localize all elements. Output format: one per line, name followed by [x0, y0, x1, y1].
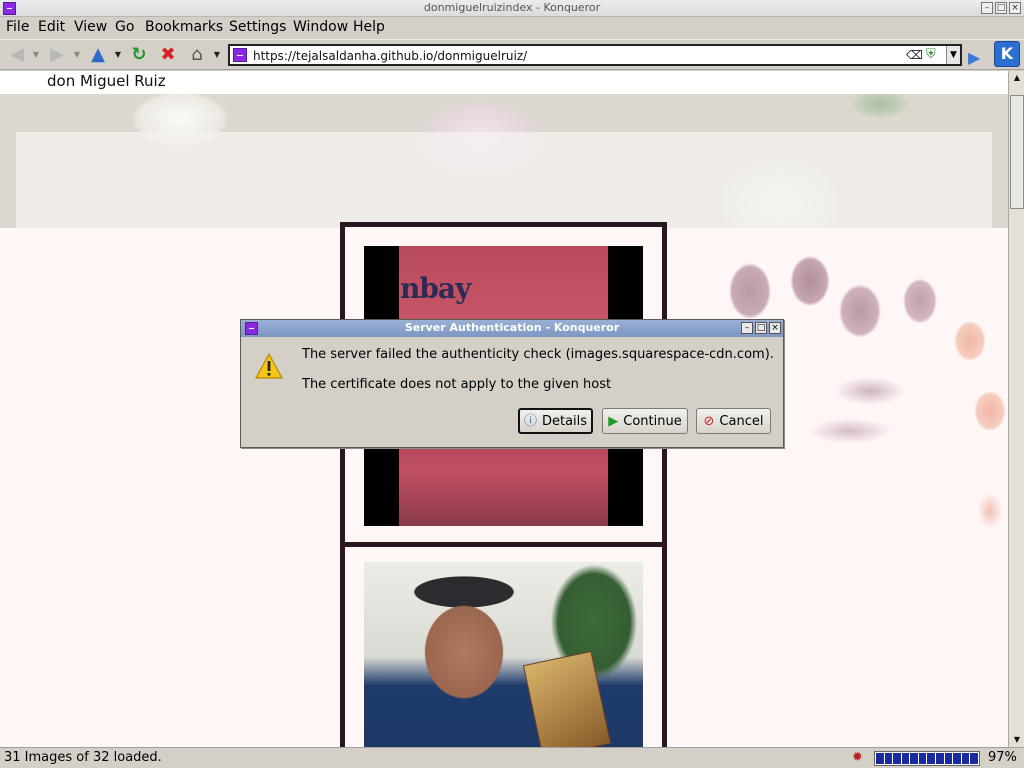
- progress-segment: [901, 753, 910, 764]
- kde-logo-icon[interactable]: K: [994, 41, 1020, 67]
- url-input[interactable]: [253, 47, 893, 64]
- play-icon: ▶: [608, 413, 619, 429]
- photo-sign-text: nbay: [400, 272, 471, 305]
- progress-segment: [918, 753, 927, 764]
- progress-segment: [927, 753, 936, 764]
- server-authentication-dialog[interactable]: Server Authentication - Konqueror – □ × …: [240, 319, 784, 448]
- progress-segment: [910, 753, 918, 764]
- progress-segment: [970, 753, 978, 764]
- back-arrow-icon[interactable]: ◀: [6, 44, 28, 66]
- dialog-minimize-button[interactable]: –: [741, 322, 753, 334]
- back-history-dropdown[interactable]: ▼: [31, 44, 41, 66]
- url-history-dropdown[interactable]: ▼: [946, 46, 960, 64]
- navigation-toolbar: ◀ ▼ ▶ ▼ ▲ ▼ ↻ ✖ ⌂ ▼ ⌫ ⛨ ▼ ▶: [0, 39, 1024, 70]
- scroll-up-arrow-icon[interactable]: ▲: [1010, 71, 1024, 85]
- dialog-titlebar[interactable]: Server Authentication - Konqueror – □ ×: [241, 320, 783, 337]
- status-text: 31 Images of 32 loaded.: [4, 750, 162, 765]
- bug-icon[interactable]: ✹: [852, 750, 863, 765]
- loading-progress-bar: [874, 751, 980, 766]
- banner-panel: [16, 132, 992, 228]
- forward-arrow-icon[interactable]: ▶: [46, 44, 68, 66]
- dialog-message-secondary: The certificate does not apply to the gi…: [302, 377, 612, 392]
- dialog-maximize-button[interactable]: □: [755, 322, 767, 334]
- security-shield-icon[interactable]: ⛨: [926, 47, 936, 62]
- up-arrow-icon[interactable]: ▲: [87, 44, 109, 66]
- close-window-button[interactable]: ×: [1009, 2, 1021, 14]
- cancel-icon: ⊘: [703, 413, 715, 429]
- dialog-close-button[interactable]: ×: [769, 322, 781, 334]
- progress-percent: 97%: [988, 750, 1017, 765]
- progress-segment: [961, 753, 970, 764]
- menu-edit[interactable]: Edit: [38, 19, 65, 35]
- minimize-button[interactable]: –: [981, 2, 993, 14]
- window-title: donmiguelruizindex - Konqueror: [423, 1, 601, 14]
- scrollbar-thumb[interactable]: [1010, 95, 1024, 209]
- stop-icon[interactable]: ✖: [157, 44, 179, 66]
- go-arrow-icon[interactable]: ▶: [968, 48, 980, 67]
- reload-icon[interactable]: ↻: [128, 44, 150, 66]
- menu-bookmarks[interactable]: Bookmarks: [145, 19, 223, 35]
- details-button[interactable]: ⓘ Details: [518, 408, 593, 434]
- progress-segment: [876, 753, 884, 764]
- progress-segment: [884, 753, 893, 764]
- dialog-title: Server Authentication - Konqueror: [404, 321, 620, 334]
- menu-help[interactable]: Help: [353, 19, 385, 35]
- menu-window[interactable]: Window: [293, 19, 348, 35]
- continue-button[interactable]: ▶ Continue: [602, 408, 688, 434]
- dialog-message-primary: The server failed the authenticity check…: [302, 347, 774, 362]
- progress-segment: [944, 753, 953, 764]
- site-header: don Miguel Ruiz: [0, 71, 1008, 94]
- menu-view[interactable]: View: [74, 19, 107, 35]
- menu-settings[interactable]: Settings: [229, 19, 286, 35]
- page-favicon-icon: [233, 48, 247, 62]
- window-titlebar[interactable]: donmiguelruizindex - Konqueror – □ ×: [0, 0, 1024, 17]
- clear-url-icon[interactable]: ⌫: [906, 48, 923, 62]
- home-dropdown[interactable]: ▼: [212, 44, 222, 66]
- up-dropdown[interactable]: ▼: [113, 44, 123, 66]
- photo-card: [340, 542, 667, 747]
- url-bar[interactable]: ⌫ ⛨ ▼: [228, 44, 962, 66]
- home-icon[interactable]: ⌂: [186, 44, 208, 66]
- book-cover-image: [522, 650, 612, 747]
- warning-icon: [255, 352, 283, 379]
- cancel-button[interactable]: ⊘ Cancel: [696, 408, 771, 434]
- author-photo[interactable]: [364, 562, 643, 747]
- vertical-scrollbar[interactable]: ▲ ▼: [1008, 71, 1024, 747]
- status-bar: 31 Images of 32 loaded. ✹ 97%: [0, 747, 1024, 768]
- progress-segment: [953, 753, 961, 764]
- restore-button[interactable]: □: [995, 2, 1007, 14]
- menu-go[interactable]: Go: [115, 19, 134, 35]
- menu-file[interactable]: File: [6, 19, 29, 35]
- forward-history-dropdown[interactable]: ▼: [72, 44, 82, 66]
- info-icon: ⓘ: [523, 413, 537, 429]
- site-title[interactable]: don Miguel Ruiz: [47, 72, 166, 90]
- scroll-down-arrow-icon[interactable]: ▼: [1010, 733, 1024, 747]
- progress-segment: [936, 753, 944, 764]
- progress-segment: [893, 753, 901, 764]
- floral-banner-image: [0, 94, 1008, 228]
- menu-bar: File Edit View Go Bookmarks Settings Win…: [0, 17, 1024, 38]
